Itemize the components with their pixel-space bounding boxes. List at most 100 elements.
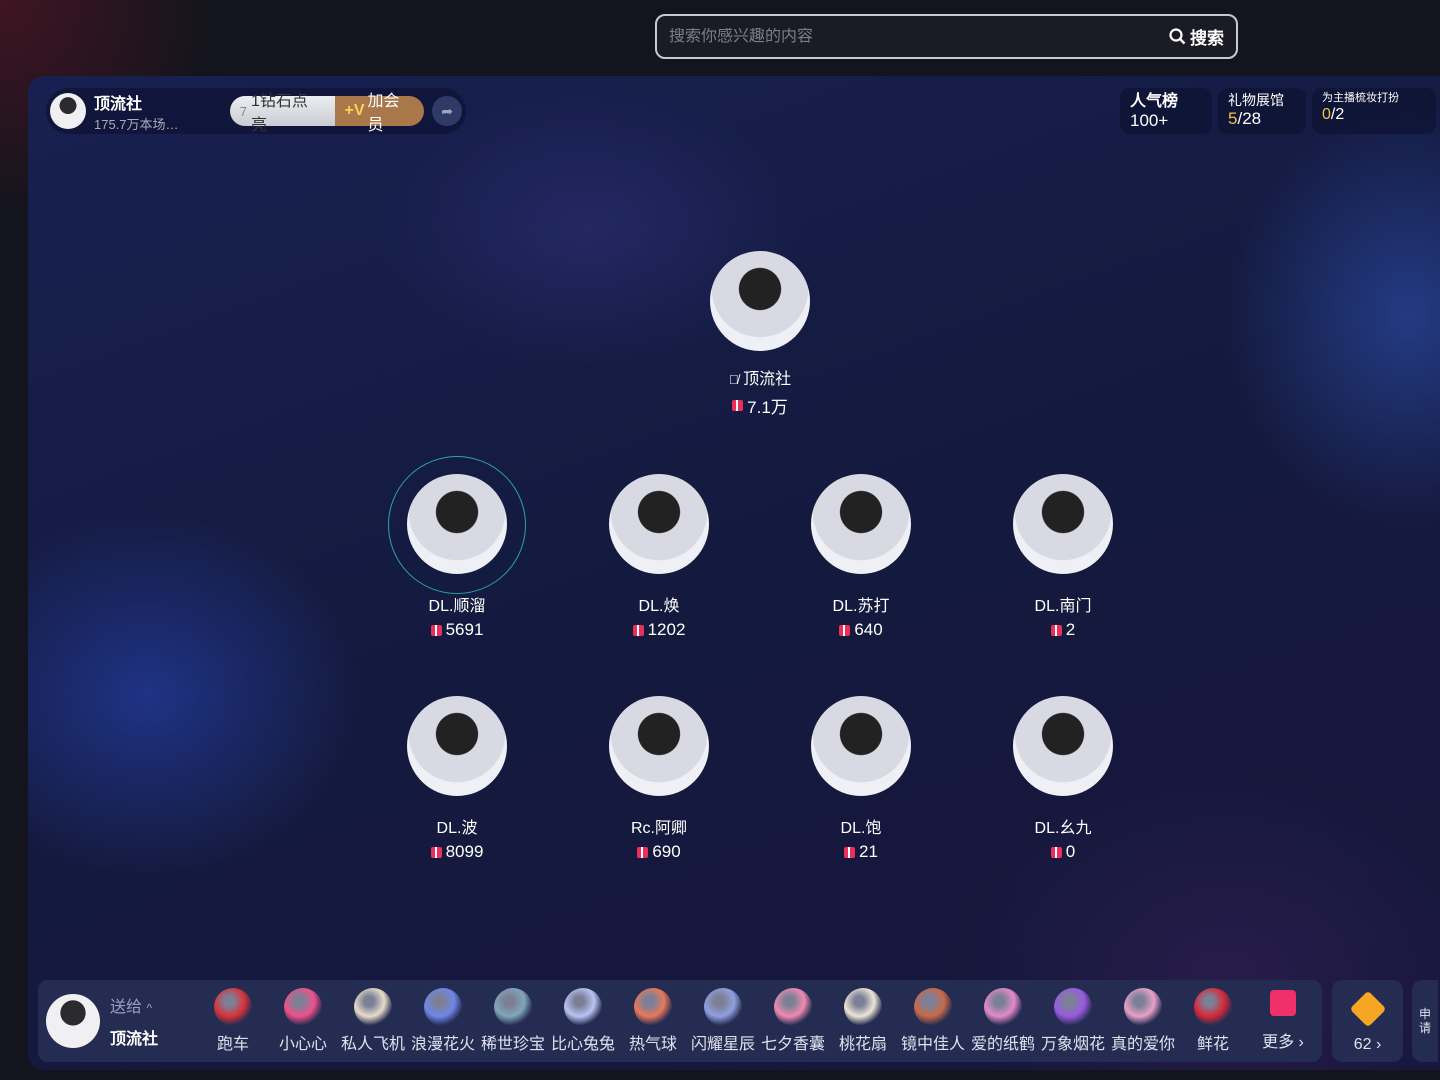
gift-item[interactable]: 真的爱你 [1108, 988, 1178, 1054]
mic-muted-icon: 🎙̸ [728, 372, 739, 387]
apply-button[interactable]: 申请 [1412, 980, 1438, 1062]
gift-item[interactable]: 跑车 [198, 988, 268, 1054]
host-avatar[interactable] [710, 251, 810, 351]
search-button[interactable]: 搜索 [1169, 24, 1224, 49]
gift-item[interactable]: 万象烟花 [1038, 988, 1108, 1054]
gift-item[interactable]: 爱的纸鹤 [968, 988, 1038, 1054]
guest-score: 1202 [647, 620, 686, 639]
gift-image-icon [634, 988, 672, 1026]
send-to-label: 送给 [110, 999, 143, 1016]
gift-box-icon [1270, 990, 1296, 1016]
popularity-rank[interactable]: 人气榜 100+ [1120, 88, 1212, 134]
guest-seat[interactable]: DL.波 8099 [377, 696, 537, 862]
more-gifts-button[interactable]: 更多 › [1248, 990, 1318, 1052]
gift-label: 稀世珍宝 [480, 1036, 545, 1053]
room-name: 顶流社 [94, 95, 143, 113]
gift-item[interactable]: 比心兔兔 [548, 988, 618, 1054]
gift-item[interactable]: 浪漫花火 [408, 988, 478, 1054]
apply-label: 申请 [1419, 1006, 1432, 1035]
gift-image-icon [494, 988, 532, 1026]
gift-item[interactable]: 私人飞机 [338, 988, 408, 1054]
dress-title: 为主播梳妆打扮 [1322, 92, 1399, 104]
dress-count: 0 [1322, 106, 1331, 124]
guest-score: 2 [1065, 620, 1076, 639]
chevron-up-icon: ^ [146, 1001, 153, 1015]
host-seat[interactable]: 🎙̸ 顶流社 7.1万 [680, 251, 840, 418]
guest-avatar[interactable] [407, 696, 507, 796]
diamond-coin-icon [1349, 990, 1386, 1028]
coin-count: 62 [1353, 1036, 1372, 1053]
gift-label: 七夕香囊 [760, 1036, 825, 1053]
gift-image-icon [1194, 988, 1232, 1026]
guest-seat[interactable]: DL.饱 21 [781, 696, 941, 862]
guest-avatar[interactable] [811, 474, 911, 574]
gift-item[interactable]: 鲜花 [1178, 988, 1248, 1054]
gift-label: 桃花扇 [838, 1036, 887, 1053]
search-input[interactable] [669, 27, 1169, 46]
gift-image-icon [914, 988, 952, 1026]
send-to-selector[interactable]: 送给 ^ 顶流社 [38, 993, 198, 1049]
gift-item[interactable]: 小心心 [268, 988, 338, 1054]
gift-item[interactable]: 镜中佳人 [898, 988, 968, 1054]
rank-title: 人气榜 [1130, 93, 1179, 110]
guest-seat[interactable]: DL.焕 1202 [579, 474, 739, 640]
guest-avatar[interactable] [1013, 474, 1113, 574]
gift-label: 万象烟花 [1040, 1036, 1105, 1053]
gift-icon [732, 400, 744, 411]
gift-icon [1050, 624, 1062, 636]
guest-seat[interactable]: DL.苏打 640 [781, 474, 941, 640]
guest-seat[interactable]: Rc.阿卿 690 [579, 696, 739, 862]
gift-icon [430, 624, 442, 636]
guest-avatar[interactable] [407, 474, 507, 574]
gift-label: 热气球 [628, 1036, 677, 1053]
gift-label: 比心兔兔 [550, 1036, 615, 1053]
gift-label: 闪耀星辰 [690, 1036, 755, 1053]
gift-image-icon [704, 988, 742, 1026]
gift-label: 浪漫花火 [410, 1036, 475, 1053]
guest-name: DL.饱 [840, 820, 882, 837]
gift-item[interactable]: 桃花扇 [828, 988, 898, 1054]
gift-image-icon [1054, 988, 1092, 1026]
gift-item[interactable]: 热气球 [618, 988, 688, 1054]
gift-image-icon [1124, 988, 1162, 1026]
guest-avatar[interactable] [1013, 696, 1113, 796]
guest-score: 21 [859, 842, 878, 861]
guest-name: DL.波 [436, 820, 478, 837]
share-icon[interactable]: ➦ [432, 96, 462, 126]
guest-name: Rc.阿卿 [630, 820, 687, 837]
room-avatar[interactable] [50, 93, 86, 129]
guest-seat[interactable]: DL.幺九 0 [983, 696, 1143, 862]
vip-label: 加会员 [367, 93, 400, 134]
gallery-title: 礼物展馆 [1228, 92, 1284, 108]
guest-avatar[interactable] [609, 696, 709, 796]
gift-item[interactable]: 七夕香囊 [758, 988, 828, 1054]
dress-up-host[interactable]: 为主播梳妆打扮 0/2 [1312, 88, 1436, 134]
gift-image-icon [214, 988, 252, 1026]
room-info: 顶流社 175.7万本场… 7 1钻石点亮 +V 加会员 ➦ [46, 88, 466, 134]
diamond-light-button[interactable]: 7 1钻石点亮 [229, 93, 335, 134]
guest-seat[interactable]: DL.南门 2 [983, 474, 1143, 640]
gift-icon [844, 846, 856, 858]
coin-balance-button[interactable]: 62 › [1332, 980, 1403, 1062]
gift-image-icon [844, 988, 882, 1026]
guest-name: DL.顺溜 [428, 598, 486, 615]
join-vip-button[interactable]: +V 加会员 [334, 93, 425, 134]
diamond-icon: 7 [239, 103, 247, 119]
guest-name: DL.幺九 [1034, 820, 1092, 837]
guest-avatar[interactable] [609, 474, 709, 574]
guest-name: DL.苏打 [832, 598, 890, 615]
live-room-panel: 顶流社 175.7万本场… 7 1钻石点亮 +V 加会员 ➦ 人气榜 100+ 礼物… [28, 76, 1440, 1070]
guest-name: DL.南门 [1034, 598, 1092, 615]
more-label: 更多 [1262, 1034, 1295, 1051]
gift-label: 镜中佳人 [900, 1036, 965, 1053]
gift-gallery[interactable]: 礼物展馆 5/28 [1218, 88, 1306, 134]
search-button-label: 搜索 [1190, 29, 1224, 48]
gift-image-icon [424, 988, 462, 1026]
gift-item[interactable]: 稀世珍宝 [478, 988, 548, 1054]
gift-item[interactable]: 闪耀星辰 [688, 988, 758, 1054]
guest-avatar[interactable] [811, 696, 911, 796]
guest-name: DL.焕 [638, 598, 680, 615]
gift-icon [632, 624, 644, 636]
gift-icon [637, 846, 649, 858]
guest-seat[interactable]: DL.顺溜 5691 [377, 474, 537, 640]
